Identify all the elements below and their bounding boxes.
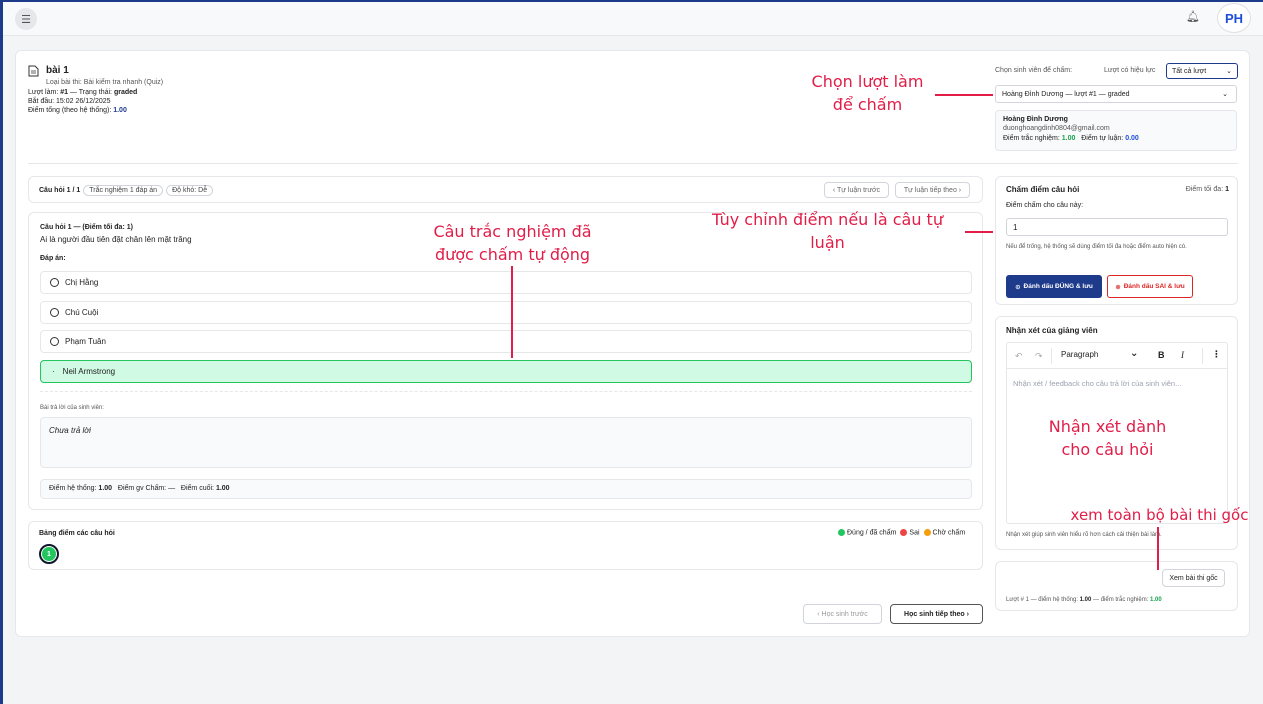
student-answer-label: Bài trả lời của sinh viên: [40,405,104,411]
annotation-line [1157,527,1159,570]
bullet-icon: · [52,367,55,376]
grading-panel: Chấm điểm câu hỏi Điểm tối đa: 1 Điểm ch… [995,176,1238,305]
annotation-line [511,266,513,358]
mark-wrong-button[interactable]: ⊗ Đánh dấu SAI & lưu [1107,275,1193,298]
valid-attempt-label: Lượt có hiệu lực [1104,67,1156,74]
toolbar-divider [1202,348,1203,364]
editor-toolbar: ↶ ↷ Paragraph ⌄ B I ⋮ [1007,343,1227,369]
radio-icon [50,278,59,287]
divider [40,391,972,392]
more-icon[interactable]: ⋮ [1212,349,1221,360]
feedback-input[interactable]: Nhận xét / feedback cho câu trả lời của … [1013,379,1221,388]
question-bar: Câu hỏi 1 / 1 Trắc nghiệm 1 đáp án Độ khó:… [28,176,983,203]
score-table-title: Bảng điểm các câu hỏi [39,530,115,537]
score-hint: Nếu để trống, hệ thống sẽ dùng điểm tối … [1006,244,1187,250]
x-circle-icon: ⊗ [1115,283,1121,291]
score-summary: Điểm hệ thống: 1.00 Điểm gv Chấm: — Điểm… [40,479,972,499]
annotation-feedback: Nhận xét dành cho câu hỏi [1048,417,1167,459]
attempt-summary: Lượt # 1 — điểm hệ thống: 1.00 — điểm tr… [1006,597,1162,603]
question-counter: Câu hỏi 1 / 1 [39,187,81,194]
attempt-status: Lượt làm: #1 — Trạng thái: graded [28,89,138,96]
page-title: bài 1 [46,65,69,76]
student-select[interactable]: Hoàng Đình Dương — lượt #1 — graded ⌄ [995,85,1237,103]
view-original-button[interactable]: Xem bài thi gốc [1162,569,1225,587]
student-answer-box: Chưa trả lời [40,417,972,468]
answer-option[interactable]: Chị Hằng [40,271,972,294]
annotation-choose-attempt: Chọn lượt làm để chấm [811,72,924,114]
mark-correct-button[interactable]: ⊙ Đánh dấu ĐÚNG & lưu [1006,275,1102,298]
undo-icon[interactable]: ↶ [1015,351,1023,362]
bell-icon[interactable]: 🔔︎ [1186,10,1200,23]
bold-icon[interactable]: B [1158,350,1165,360]
answers-label: Đáp án: [40,255,66,262]
score-legend: Đúng / đã chấm Sai Chờ chấm [834,529,965,536]
answer-option-correct[interactable]: · Neil Armstrong [40,360,972,383]
redo-icon[interactable]: ↷ [1035,351,1043,362]
score-input[interactable]: 1 [1006,218,1228,236]
student-scores: Điểm trắc nghiệm: 1.00 Điểm tự luận: 0.0… [1003,135,1139,142]
question-score-chip[interactable]: 1 [39,544,59,564]
question-type-pill: Trắc nghiệm 1 đáp án [83,185,164,196]
feedback-title: Nhận xét của giảng viên [1006,326,1098,335]
grading-title: Chấm điểm câu hỏi [1006,185,1080,194]
annotation-view-original: xem toàn bộ bài thi gốc [1070,506,1249,524]
legend-correct-dot [838,529,845,536]
max-score: Điểm tối đa: 1 [1185,186,1229,193]
student-info-card: Hoàng Đình Dương duonghoangdinh0804@gmai… [995,110,1237,151]
total-score: Điểm tổng (theo hệ thống): 1.00 [28,107,127,114]
feedback-hint: Nhận xét giúp sinh viên hiểu rõ hơn cách… [1006,532,1162,538]
legend-wrong-dot [900,529,908,536]
italic-icon[interactable]: I [1181,350,1184,360]
legend-pending-dot [923,529,931,536]
annotation-auto-graded: Câu trắc nghiệm đã được chấm tự động [433,222,592,264]
radio-icon [50,308,59,317]
question-heading: Câu hỏi 1 — (Điểm tối đa: 1) [40,224,133,231]
prev-student-button[interactable]: ‹ Học sinh trước [803,604,882,624]
toolbar-divider [1051,348,1052,364]
next-student-button[interactable]: Học sinh tiếp theo › [890,604,983,624]
annotation-custom-score: Tùy chỉnh điểm nếu là câu tự luận [712,210,943,252]
chevron-down-icon[interactable]: ⌄ [1130,348,1138,359]
student-select-label: Chọn sinh viên để chấm: [995,67,1073,74]
answer-option[interactable]: Phạm Tuân [40,330,972,353]
chevron-down-icon: ⌄ [1226,68,1232,75]
answer-option[interactable]: Chú Cuội [40,301,972,324]
hamburger-icon[interactable]: ☰ [15,8,37,30]
radio-icon [50,337,59,346]
valid-attempt-select[interactable]: Tất cả lượt ⌄ [1166,63,1238,79]
submission-type: Loại bài thi: Bài kiểm tra nhanh (Quiz) [46,79,164,86]
chevron-down-icon: ⌄ [1222,91,1228,98]
student-email: duonghoangdinh0804@gmail.com [1003,125,1110,132]
student-name: Hoàng Đình Dương [1003,116,1068,123]
main-card: bài 1 Loại bài thi: Bài kiểm tra nhanh (… [15,50,1250,637]
document-icon [28,65,39,79]
prev-essay-button[interactable]: ‹ Tự luận trước [824,182,889,198]
start-time: Bắt đầu: 15:02 26/12/2025 [28,98,111,105]
check-circle-icon: ⊙ [1015,283,1021,291]
top-bar: ☰ 🔔︎ PH [3,2,1263,36]
difficulty-pill: Độ khó: Dễ [166,185,214,196]
format-select[interactable]: Paragraph [1061,350,1098,359]
avatar[interactable]: PH [1217,3,1251,33]
score-input-label: Điểm chấm cho câu này: [1006,202,1084,209]
divider [28,163,1238,164]
question-text: Ai là người đầu tiên đặt chân lên mặt tr… [40,235,192,244]
annotation-line [935,94,993,96]
score-table: Bảng điểm các câu hỏi 1 Đúng / đã chấm Sa… [28,521,983,570]
next-essay-button[interactable]: Tự luận tiếp theo › [895,182,970,198]
annotation-line [965,231,993,233]
original-exam-panel: Xem bài thi gốc Lượt # 1 — điểm hệ thống… [995,561,1238,611]
